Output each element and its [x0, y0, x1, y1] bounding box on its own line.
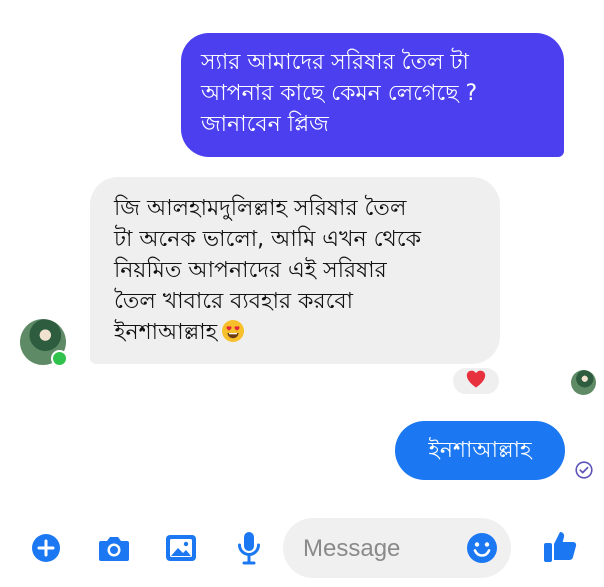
- message-line: জানাবেন প্লিজ: [201, 112, 329, 137]
- camera-icon[interactable]: [95, 529, 133, 567]
- contact-avatar[interactable]: [20, 319, 68, 367]
- seen-by-avatar: [571, 370, 596, 395]
- message-composer: [0, 510, 604, 587]
- message-line: জি আলহামদুলিল্লাহ সরিষার তৈল: [114, 196, 407, 221]
- plus-circle-icon[interactable]: [27, 529, 65, 567]
- chat-screen: স্যার আমাদের সরিষার তৈল টা আপনার কাছে কে…: [0, 0, 604, 587]
- red-heart-icon: [466, 370, 486, 392]
- message-line: ইনশাআল্লাহ: [114, 320, 218, 345]
- cropped-header-text: [255, 0, 345, 4]
- thumbs-up-icon[interactable]: [541, 527, 579, 565]
- outgoing-message-bubble[interactable]: স্যার আমাদের সরিষার তৈল টা আপনার কাছে কে…: [181, 33, 564, 157]
- heart-eyes-emoji-icon: [221, 319, 245, 352]
- message-input[interactable]: [301, 530, 465, 568]
- message-line: আপনার কাছে কেমন লেগেছে ?: [201, 81, 478, 106]
- message-line-with-emoji: ইনশাআল্লাহ: [114, 317, 480, 352]
- message-line: ইনশাআল্লাহ: [428, 438, 532, 463]
- message-line: নিয়মিত আপনাদের এই সরিষার: [114, 258, 387, 283]
- microphone-icon[interactable]: [230, 529, 268, 567]
- message-line: স্যার আমাদের সরিষার তৈল টা: [201, 50, 469, 75]
- smiley-icon[interactable]: [466, 532, 498, 564]
- message-line: টা অনেক ভালো, আমি এখন থেকে: [114, 227, 422, 252]
- incoming-message-bubble[interactable]: জি আলহামদুলিল্লাহ সরিষার তৈল টা অনেক ভাল…: [90, 177, 500, 364]
- message-line: তৈল খাবারে ব্যবহার করবো: [114, 289, 354, 314]
- delivered-check-icon: [575, 461, 593, 479]
- online-status-dot: [51, 350, 68, 367]
- message-input-container[interactable]: [283, 518, 511, 578]
- outgoing-message-bubble[interactable]: ইনশাআল্লাহ: [395, 421, 565, 480]
- gallery-icon[interactable]: [162, 529, 200, 567]
- reaction-badge[interactable]: [451, 366, 501, 396]
